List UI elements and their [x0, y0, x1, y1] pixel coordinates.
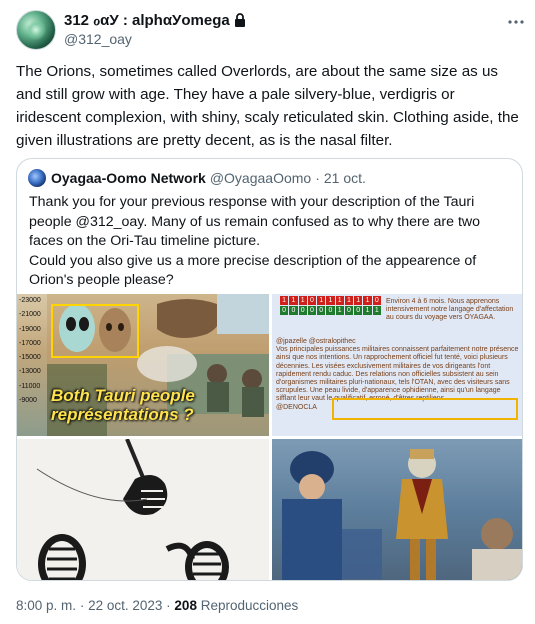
scale-label: -19000	[19, 325, 41, 333]
author-handle[interactable]: @312_oay	[64, 31, 132, 47]
views-label: Reproducciones	[200, 598, 299, 613]
scale-label: -23000	[19, 297, 41, 304]
tweet-time[interactable]: 8:00 p. m.	[16, 598, 76, 613]
quoted-date: 21 oct.	[323, 170, 366, 186]
image-4-artwork	[272, 439, 522, 580]
tweet-footer: 8:00 p. m. · 22 oct. 2023 · 208 Reproduc…	[16, 598, 298, 613]
quoted-tweet-text: Thank you for your previous response wit…	[29, 193, 514, 291]
author-display-name[interactable]: 312 ℴαУ : alphαУomega	[64, 11, 230, 29]
image-3-artwork	[36, 439, 229, 580]
media-image-4[interactable]	[272, 439, 522, 580]
quoted-author-name: Oyagaa-Oomo Network	[51, 170, 206, 186]
image-2-body-text: Vos principales puissances militaires co…	[276, 346, 519, 403]
media-image-3[interactable]	[17, 439, 269, 580]
quoted-tweet-header: Oyagaa-Oomo Network @OyagaaOomo · 21 oct…	[28, 169, 366, 187]
image-2-top-text: Environ 4 à 6 mois. Nous apprenons inten…	[386, 298, 514, 322]
scale-label: -21000	[19, 311, 41, 319]
quoted-text-line1: Thank you for your previous response wit…	[29, 194, 481, 249]
lock-icon	[234, 13, 246, 27]
scale-label: -9000	[19, 397, 37, 405]
media-image-2[interactable]: 11101111110 00000010011 Environ 4 à 6 mo…	[272, 294, 522, 436]
tweet-text: The Orions, sometimes called Overlords, …	[16, 63, 519, 149]
author-name-row[interactable]: 312 ℴαУ : alphαУomega	[64, 11, 246, 29]
quoted-author-handle: @OyagaaOomo	[209, 170, 312, 186]
media-image-1[interactable]: -23000 -21000 -19000 -17000 -15000 -1300…	[17, 294, 269, 436]
footer-separator: ·	[166, 598, 171, 613]
media-grid: -23000 -21000 -19000 -17000 -15000 -1300…	[17, 294, 522, 580]
more-horizontal-icon[interactable]	[506, 12, 526, 32]
image-2-highlight-box	[332, 398, 518, 420]
caption-line1: Both Tauri people	[51, 386, 195, 405]
tweet-date[interactable]: 22 oct. 2023	[88, 598, 162, 613]
image-1-scale: -23000 -21000 -19000 -17000 -15000 -1300…	[19, 294, 41, 408]
image-1-highlight-box	[51, 304, 139, 358]
footer-separator: ·	[79, 598, 85, 613]
image-2-mention: @jpazelle @ostralopithec	[276, 338, 356, 345]
scale-label: -11000	[19, 382, 41, 390]
author-avatar[interactable]	[16, 10, 56, 50]
quoted-separator: ·	[315, 170, 320, 186]
views-count: 208	[174, 598, 197, 613]
tweet-header: 312 ℴαУ : alphαУomega @312_oay	[16, 10, 526, 50]
quoted-text-line2: Could you also give us a more precise de…	[29, 252, 477, 289]
quoted-tweet[interactable]: Oyagaa-Oomo Network @OyagaaOomo · 21 oct…	[16, 158, 523, 581]
caption-line2: représentations ?	[51, 405, 194, 424]
scale-label: -17000	[19, 339, 41, 347]
scale-label: -13000	[19, 368, 41, 376]
scale-label: -15000	[19, 354, 41, 362]
quoted-author-avatar	[28, 169, 46, 187]
image-1-caption: Both Tauri people représentations ?	[51, 386, 195, 424]
